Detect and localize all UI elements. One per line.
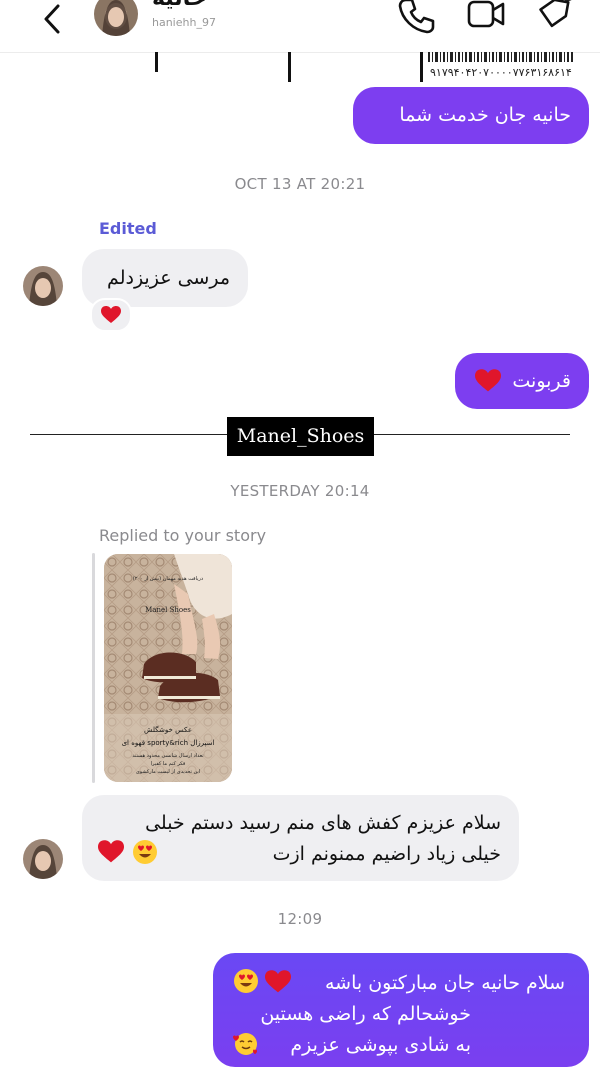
contact-username: haniehh_97 [152,16,216,29]
heart-icon [98,840,124,863]
barcode-icon [428,52,573,62]
incoming-message[interactable]: سلام عزیزم کفش های منم رسید دستم خبلی خی… [82,795,519,881]
divider [155,52,158,72]
message-text: مرسی عزیزدلم [107,267,230,289]
message-text-line: خوشحالم که راضی هستین [260,1003,471,1025]
story-thumbnail[interactable]: دریافت هدیه مهمان (بیش از ۲۰۰) Manel Sho… [104,554,232,782]
heart-reaction-icon [101,306,121,323]
replied-to-story-label: Replied to your story [99,526,267,545]
heart-eyes-emoji-icon [234,969,258,993]
outgoing-message[interactable]: سلام حانیه جان مبارکتون باشه خوشحالم که … [213,953,589,1067]
timestamp: 12:09 [277,910,323,928]
message-text: قربونت [512,370,571,392]
message-text-line: سلام حانیه جان مبارکتون باشه [324,972,565,994]
heart-icon [265,970,291,993]
outgoing-message[interactable]: قربونت [455,353,589,409]
story-caption: عکس خوشگلش [143,726,193,734]
contact-avatar[interactable] [94,0,138,36]
message-text-line: سلام عزیزم کفش های منم رسید دستم خبلی [145,812,501,834]
heart-icon [475,369,501,392]
divider [420,52,423,82]
timestamp: OCT 13 AT 20:21 [234,175,366,193]
reply-indicator-bar [92,553,95,783]
reaction-badge[interactable] [90,298,132,332]
message-text-line: خیلی زیاد راضیم ممنونم ازت [272,843,501,865]
chat-header: حانیه haniehh_97 [0,0,600,53]
story-image [104,554,232,782]
back-chevron-icon[interactable] [38,2,68,36]
story-top-text: دریافت هدیه مهمان (بیش از ۲۰۰) [132,576,204,582]
shared-post-fragment: ۹۱۷۹۴۰۴۲۰۷۰۰۰۰۷۷۶۳۱۶۸۶۱۴ [0,52,600,84]
story-caption: این تحدیدی از لیست مارکشوی [135,769,201,775]
sender-avatar[interactable] [23,266,63,306]
video-call-icon[interactable] [466,0,506,36]
phone-icon[interactable] [396,0,436,36]
story-brand: Manel Shoes [145,606,191,614]
contact-name[interactable]: حانیه [152,0,207,11]
message-text: حانیه جان خدمت شما [399,104,571,126]
story-caption: فکر کنم ما کفیرا [150,761,186,767]
message-text-line: به شادی بپوشی عزیزم [290,1034,471,1056]
smiling-hearts-emoji-icon [233,1033,257,1055]
story-caption: اسپرزال sporty&rich قهوه ای [121,739,215,747]
story-caption: تعداد ارسال شانسی محدود هستند [132,753,204,759]
tag-icon[interactable] [534,0,574,36]
brand-banner: Manel_Shoes [227,417,374,456]
edited-label: Edited [99,219,157,238]
barcode-number: ۹۱۷۹۴۰۴۲۰۷۰۰۰۰۷۷۶۳۱۶۸۶۱۴ [430,66,572,79]
sender-avatar[interactable] [23,839,63,879]
timestamp: YESTERDAY 20:14 [230,482,370,500]
outgoing-message[interactable]: حانیه جان خدمت شما [353,87,589,144]
divider [288,52,291,82]
heart-eyes-emoji-icon [133,840,157,864]
